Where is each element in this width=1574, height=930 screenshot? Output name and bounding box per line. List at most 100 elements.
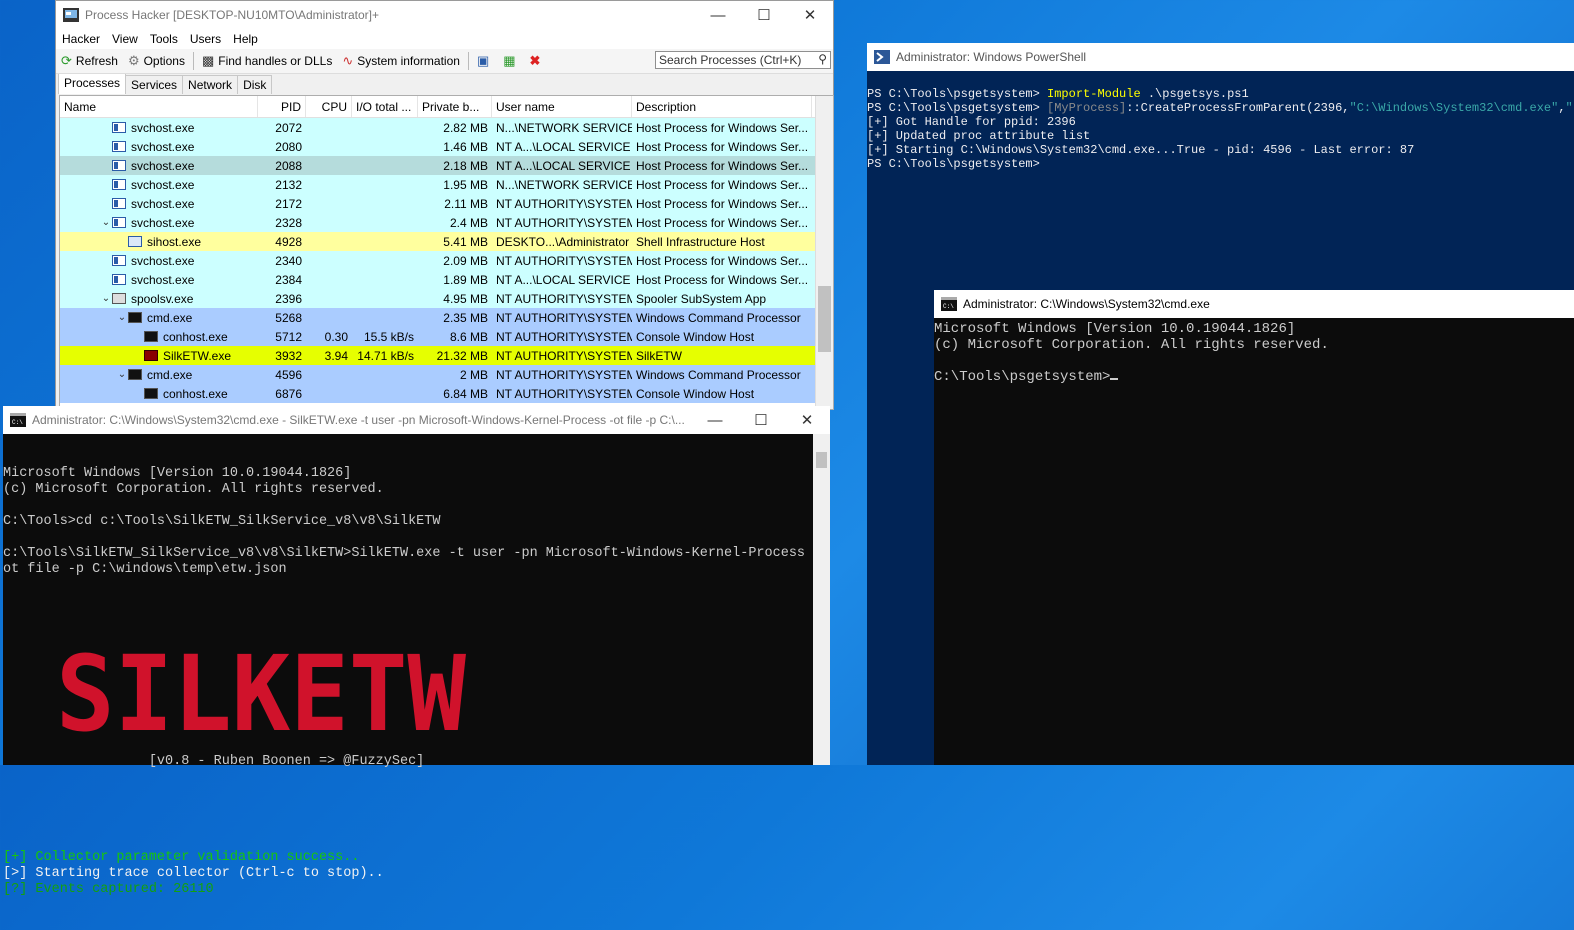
window-button[interactable]: ▣ <box>472 53 498 69</box>
status-line: [?] Events captured: 26110 <box>3 882 214 897</box>
menu-view[interactable]: View <box>106 32 144 46</box>
cmd1-titlebar[interactable]: C:\ Administrator: C:\Windows\System32\c… <box>3 406 830 434</box>
service-icon <box>112 122 126 133</box>
process-tree[interactable]: Name PID CPU I/O total ... Private b... … <box>59 95 834 410</box>
process-row[interactable]: ⌄ spoolsv.exe 2396 4.95 MB NT AUTHORITY\SYST… <box>60 289 833 308</box>
description-cell: Host Process for Windows Ser... <box>636 139 809 154</box>
minimize-icon[interactable]: — <box>695 7 741 24</box>
process-row[interactable]: svchost.exe 2172 2.11 MB NT AUTHORITY\SYSTE… <box>60 194 833 213</box>
pid-cell: 2396 <box>275 291 302 306</box>
console-line: [+] Got Handle for ppid: 2396 <box>867 115 1574 129</box>
process-row[interactable]: ⌄ svchost.exe 2328 2.4 MB NT AUTHORITY\SYSTE… <box>60 213 833 232</box>
cmd2-console[interactable]: Microsoft Windows [Version 10.0.19044.18… <box>934 318 1574 385</box>
sihost-icon <box>128 236 142 247</box>
chevron-down-icon[interactable]: ⌄ <box>116 369 128 380</box>
tab-disk[interactable]: Disk <box>237 75 273 94</box>
scrollbar-thumb[interactable] <box>816 452 827 468</box>
column-private-bytes[interactable]: Private b... <box>418 96 492 117</box>
process-row[interactable]: svchost.exe 2340 2.09 MB NT AUTHORITY\SYSTE… <box>60 251 833 270</box>
user-name-cell: NT AUTHORITY\SYSTEM <box>496 196 632 211</box>
powershell-console[interactable]: PS C:\Tools\psgetsystem> Import-Module .… <box>867 71 1574 171</box>
console-text: [MyProcess] <box>1047 101 1127 115</box>
cmd-window-system: C:\ Administrator: C:\Windows\System32\c… <box>934 290 1574 765</box>
process-scrollbar[interactable] <box>815 96 833 409</box>
status-line: [+] Collector parameter validation succe… <box>3 850 360 865</box>
column-cpu[interactable]: CPU <box>306 96 352 117</box>
private-bytes-cell: 2 MB <box>459 367 488 382</box>
cmd2-titlebar[interactable]: C:\ Administrator: C:\Windows\System32\c… <box>934 290 1574 318</box>
process-row[interactable]: svchost.exe 2088 2.18 MB NT A...\LOCAL SERV… <box>60 156 833 175</box>
add-window-button[interactable]: ▦ <box>498 53 524 69</box>
process-row[interactable]: svchost.exe 2384 1.89 MB NT A...\LOCAL SERV… <box>60 270 833 289</box>
pid-cell: 5712 <box>275 329 302 344</box>
ph-titlebar[interactable]: Process Hacker [DESKTOP-NU10MTO\Administ… <box>56 1 833 29</box>
minimize-icon[interactable]: — <box>692 412 738 429</box>
chevron-down-icon[interactable]: ⌄ <box>100 217 112 228</box>
silketw-icon <box>144 350 158 361</box>
process-row[interactable]: ⌄ cmd.exe 5268 2.35 MB NT AUTHORITY\SYSTEM Wi… <box>60 308 833 327</box>
private-bytes-cell: 1.95 MB <box>443 177 488 192</box>
menu-users[interactable]: Users <box>184 32 227 46</box>
options-button[interactable]: ⚙ Options <box>123 53 190 69</box>
maximize-icon[interactable]: ☐ <box>741 6 787 24</box>
tab-network[interactable]: Network <box>182 75 239 94</box>
silketw-console[interactable]: Microsoft Windows [Version 10.0.19044.18… <box>3 434 830 930</box>
system-information-button[interactable]: ∿ System information <box>337 53 465 69</box>
process-name-cell: svchost.exe <box>60 254 258 268</box>
process-row[interactable]: svchost.exe 2132 1.95 MB N...\NETWORK SERVI… <box>60 175 833 194</box>
close-icon[interactable]: ✕ <box>784 411 830 429</box>
column-description[interactable]: Description <box>632 96 812 117</box>
process-row[interactable]: SilkETW.exe 3932 3.94 14.71 kB/s 21.32 MB NT … <box>60 346 833 365</box>
cmd2-title: Administrator: C:\Windows\System32\cmd.e… <box>963 297 1210 311</box>
user-name-cell: DESKTO...\Administrator <box>496 234 630 249</box>
find-handles-button[interactable]: ▩ Find handles or DLLs <box>197 53 337 69</box>
column-name[interactable]: Name <box>60 96 258 117</box>
process-row[interactable]: ⌄ cmd.exe 4596 2 MB NT AUTHORITY\SYSTEM Windo… <box>60 365 833 384</box>
console-prompt-line: C:\Tools\psgetsystem> <box>934 369 1574 385</box>
process-row[interactable]: conhost.exe 6876 6.84 MB NT AUTHORITY\SYSTE… <box>60 384 833 403</box>
console-text: ::CreateProcessFromParent(2396, <box>1126 101 1350 115</box>
menu-help[interactable]: Help <box>227 32 264 46</box>
column-io[interactable]: I/O total ... <box>352 96 418 117</box>
cpu-cell: 3.94 <box>324 348 348 363</box>
ps-titlebar[interactable]: Administrator: Windows PowerShell <box>867 43 1574 71</box>
process-row[interactable]: svchost.exe 2080 1.46 MB NT A...\LOCAL SERV… <box>60 137 833 156</box>
maximize-icon[interactable]: ☐ <box>738 411 784 429</box>
column-pid[interactable]: PID <box>258 96 306 117</box>
console-line: C:\Tools>cd c:\Tools\SilkETW_SilkService… <box>3 514 441 529</box>
pid-cell: 2384 <box>275 272 302 287</box>
console-text: "" <box>1565 101 1574 115</box>
toolbar-separator <box>467 52 469 70</box>
close-icon[interactable]: ✕ <box>787 6 833 24</box>
user-name-cell: N...\NETWORK SERVICE <box>496 120 632 135</box>
scrollbar-thumb[interactable] <box>818 286 831 352</box>
cpu-cell: 0.30 <box>324 329 348 344</box>
process-row[interactable]: svchost.exe 2072 2.82 MB N...\NETWORK SERVI… <box>60 118 833 137</box>
process-row[interactable]: sihost.exe 4928 5.41 MB DESKTO...\Administr… <box>60 232 833 251</box>
process-row[interactable]: conhost.exe 5712 0.30 15.5 kB/s 8.6 MB NT AUT… <box>60 327 833 346</box>
cmd-icon: C:\ <box>941 297 957 311</box>
tab-processes[interactable]: Processes <box>58 73 127 94</box>
silketw-scrollbar[interactable] <box>813 434 830 765</box>
menu-hacker[interactable]: Hacker <box>56 32 106 46</box>
process-name-cell: svchost.exe <box>60 197 258 211</box>
console-text: .\psgetsys.ps1 <box>1140 87 1249 101</box>
pid-cell: 6876 <box>275 386 302 401</box>
user-name-cell: NT AUTHORITY\SYSTEM <box>496 310 632 325</box>
tab-services[interactable]: Services <box>125 75 184 94</box>
search-processes-input[interactable]: Search Processes (Ctrl+K) ⚲ <box>655 51 831 69</box>
private-bytes-cell: 2.82 MB <box>443 120 488 135</box>
console-text: , <box>1558 101 1566 115</box>
sysinfo-label: System information <box>357 54 460 68</box>
process-rows: svchost.exe 2072 2.82 MB N...\NETWORK SERVI… <box>60 118 833 403</box>
menu-tools[interactable]: Tools <box>144 32 184 46</box>
refresh-label: Refresh <box>75 54 118 68</box>
chevron-down-icon[interactable]: ⌄ <box>116 312 128 323</box>
chevron-down-icon[interactable]: ⌄ <box>100 293 112 304</box>
pid-cell: 2080 <box>275 139 302 154</box>
console-line: Microsoft Windows [Version 10.0.19044.18… <box>934 321 1296 337</box>
terminate-button[interactable]: ✖ <box>525 53 550 69</box>
column-user-name[interactable]: User name <box>492 96 632 117</box>
refresh-button[interactable]: ⟳ Refresh <box>56 53 123 69</box>
